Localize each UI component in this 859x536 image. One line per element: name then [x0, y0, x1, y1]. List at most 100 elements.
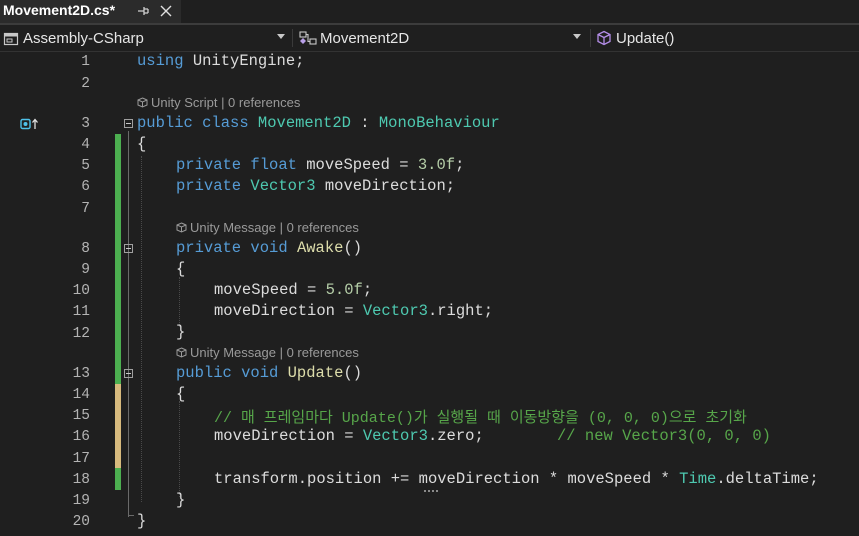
line-number: 13 — [72, 366, 90, 382]
code-line-9[interactable]: { — [176, 260, 185, 278]
member-name: Update() — [616, 30, 675, 47]
keyword: private — [176, 156, 242, 174]
code-line-12[interactable]: } — [176, 323, 185, 341]
line-number: 12 — [72, 326, 90, 342]
code-text: { — [137, 135, 147, 153]
code-text: () — [343, 239, 363, 257]
class-icon — [299, 31, 317, 45]
codelens-text: Unity Message | 0 references — [190, 345, 359, 360]
code-text: moveSpeed = — [214, 281, 326, 299]
number-literal: 5.0f — [325, 281, 363, 299]
line-number: 18 — [72, 472, 90, 488]
code-line-4[interactable]: { — [137, 135, 146, 153]
indent-guide — [141, 156, 142, 502]
unity-cube-icon — [176, 222, 187, 233]
codelens-awake[interactable]: Unity Message | 0 references — [176, 220, 359, 235]
code-text: : — [350, 114, 370, 132]
code-text: { — [176, 385, 186, 403]
codelens-class[interactable]: Unity Script | 0 references — [137, 95, 300, 110]
indent-guide — [179, 401, 180, 497]
code-line-16[interactable]: moveDirection = Vector3.zero; — [214, 427, 484, 445]
member-dropdown[interactable]: Update() — [594, 27, 859, 49]
method-name: Update — [278, 364, 344, 382]
unsaved-changes-indicator — [115, 384, 121, 468]
suggestion-dots[interactable] — [424, 488, 438, 492]
document-tab-strip: Movement2D.cs* — [0, 0, 859, 23]
divider — [292, 29, 293, 47]
code-line-18[interactable]: transform.position += moveDirection * mo… — [214, 470, 819, 488]
tab-title: Movement2D.cs* — [3, 2, 116, 18]
code-text: ; — [362, 281, 373, 299]
code-line-8[interactable]: private void Awake() — [176, 239, 362, 257]
unity-cube-icon — [137, 97, 148, 108]
line-number: 5 — [81, 158, 90, 174]
code-line-16-comment[interactable]: // new Vector3(0, 0, 0) — [557, 427, 771, 445]
number-literal: 3.0f — [417, 156, 456, 174]
line-number: 16 — [72, 429, 90, 445]
method-name: Awake — [287, 239, 344, 257]
code-line-11[interactable]: moveDirection = Vector3.right; — [214, 302, 493, 320]
code-line-20[interactable]: } — [137, 512, 146, 530]
implements-icon[interactable] — [20, 118, 40, 130]
line-number: 2 — [81, 76, 90, 92]
class-dropdown[interactable]: Movement2D — [296, 27, 588, 49]
project-name: Assembly-CSharp — [23, 30, 144, 47]
code-line-19[interactable]: } — [176, 491, 185, 509]
type-name: MonoBehaviour — [369, 114, 500, 132]
code-text: () — [343, 364, 363, 382]
line-number: 20 — [72, 514, 90, 530]
type-name: Vector3 — [241, 177, 316, 195]
collapse-toggle[interactable] — [124, 119, 133, 128]
code-text: ; — [455, 156, 465, 174]
code-line-3[interactable]: public class Movement2D : MonoBehaviour — [137, 114, 500, 132]
csharp-project-icon — [3, 32, 19, 46]
document-tab[interactable]: Movement2D.cs* — [0, 0, 181, 23]
keyword: public — [137, 114, 193, 132]
keyword: private — [176, 239, 242, 257]
codelens-text: Unity Message | 0 references — [190, 220, 359, 235]
code-line-14[interactable]: { — [176, 385, 185, 403]
code-line-15[interactable]: // 매 프레임마다 Update()가 실행될 때 이동방향을 (0, 0, … — [214, 406, 747, 427]
line-number: 3 — [81, 116, 90, 132]
pin-icon[interactable] — [136, 4, 150, 18]
code-line-1[interactable]: using UnityEngine; — [137, 52, 304, 70]
indent-guide — [179, 277, 180, 327]
line-number: 11 — [72, 304, 90, 320]
code-text: .deltaTime; — [716, 470, 819, 488]
line-number: 7 — [81, 201, 90, 217]
codelens-update[interactable]: Unity Message | 0 references — [176, 345, 359, 360]
keyword: void — [241, 239, 288, 257]
code-line-5[interactable]: private float moveSpeed = 3.0f; — [176, 156, 464, 174]
code-text: moveDirection * moveSpeed * — [418, 470, 680, 488]
code-line-10[interactable]: moveSpeed = 5.0f; — [214, 281, 372, 299]
code-text: } — [176, 491, 186, 509]
code-text: moveSpeed = — [296, 156, 418, 174]
divider — [590, 29, 591, 47]
keyword: private — [176, 177, 242, 195]
keyword: public — [176, 364, 232, 382]
chevron-down-icon — [277, 34, 285, 39]
keyword: void — [231, 364, 279, 382]
code-text: .zero; — [427, 427, 484, 445]
close-icon[interactable] — [159, 4, 173, 18]
codelens-text: Unity Script | 0 references — [151, 95, 301, 110]
code-text: } — [176, 323, 186, 341]
project-dropdown[interactable]: Assembly-CSharp — [0, 27, 290, 49]
keyword: float — [241, 156, 297, 174]
line-number: 1 — [81, 54, 90, 70]
navigation-bar: Assembly-CSharp Movement2D Update() — [0, 25, 859, 52]
collapse-toggle[interactable] — [124, 244, 133, 253]
code-line-13[interactable]: public void Update() — [176, 364, 362, 382]
comment: // 매 프레임마다 Update()가 실행될 때 이동방향을 (0, 0, … — [214, 410, 747, 427]
line-number: 4 — [81, 137, 90, 153]
collapse-toggle[interactable] — [124, 369, 133, 378]
keyword: using — [137, 52, 184, 70]
code-line-6[interactable]: private Vector3 moveDirection; — [176, 177, 455, 195]
code-text: UnityEngine; — [183, 52, 305, 70]
code-editor[interactable]: 1 2 3 4 5 6 7 8 9 10 11 12 13 14 15 16 1… — [0, 52, 859, 536]
chevron-down-icon — [573, 34, 581, 39]
code-text: { — [176, 260, 186, 278]
code-text: transform.position += — [214, 470, 419, 488]
type-name: Vector3 — [362, 427, 428, 445]
type-name: Movement2D — [248, 114, 351, 132]
